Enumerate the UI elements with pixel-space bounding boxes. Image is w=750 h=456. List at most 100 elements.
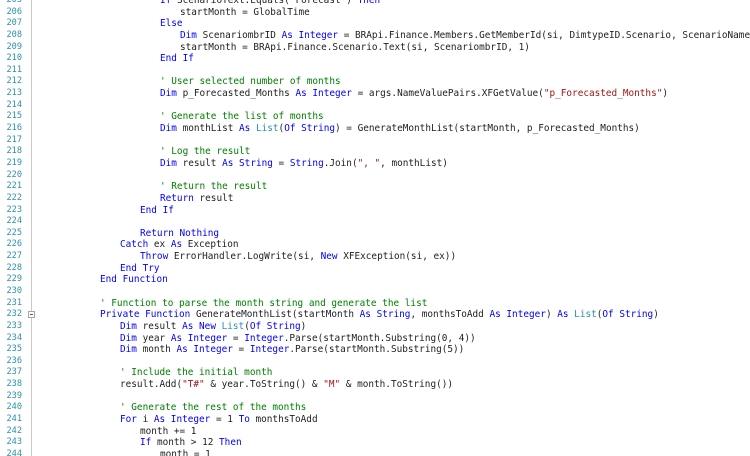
type-token: List xyxy=(255,123,279,135)
line-number: 221 xyxy=(6,181,22,192)
code-text: End If xyxy=(160,53,194,65)
line-number: 236 xyxy=(6,355,22,366)
collapse-icon[interactable] xyxy=(28,311,35,319)
code-line[interactable]: 230 xyxy=(0,286,750,298)
code-text: If ScenarioText.Equals("Forecast") Then xyxy=(160,0,380,7)
code-editor[interactable]: 205 If ScenarioText.Equals("Forecast") Th… xyxy=(0,0,750,456)
code-line[interactable]: 243 If month > 12 Then xyxy=(0,437,750,449)
line-number: 242 xyxy=(6,425,22,436)
code-token: p_Forecasted_Months xyxy=(182,88,296,100)
keyword-token: Then xyxy=(357,0,381,6)
code-token: month += 1 xyxy=(140,425,197,437)
type-token: List xyxy=(574,309,597,321)
code-token: result xyxy=(199,192,234,204)
code-line[interactable]: 207 Else xyxy=(0,18,750,30)
code-line[interactable]: 218 ' Log the result xyxy=(0,146,750,158)
code-line[interactable]: 219 Dim result As String = String.Join(",… xyxy=(0,158,750,170)
code-line[interactable]: 238 result.Add("T#" & year.ToString() & "… xyxy=(0,379,750,391)
code-line[interactable]: 242 month += 1 xyxy=(0,426,750,438)
line-number: 207 xyxy=(6,18,22,29)
code-line[interactable]: 223 End If xyxy=(0,205,750,217)
keyword-token: Of String xyxy=(284,123,336,135)
code-line[interactable]: 214 xyxy=(0,100,750,112)
code-line[interactable]: 237 ' Include the initial month xyxy=(0,367,750,379)
code-line[interactable]: 220 xyxy=(0,170,750,182)
code-line[interactable]: 234 Dim year As Integer = Integer.Parse(s… xyxy=(0,333,750,345)
code-text: ' Log the result xyxy=(160,146,250,158)
keyword-token: As Integer xyxy=(176,344,233,356)
code-line[interactable]: 217 xyxy=(0,135,750,147)
code-line[interactable]: 226 Catch ex As Exception xyxy=(0,239,750,251)
code-token: monthsToAdd xyxy=(255,414,318,426)
code-line[interactable]: 227 Throw ErrorHandler.LogWrite(si, New X… xyxy=(0,251,750,263)
line-number: 243 xyxy=(6,437,22,448)
code-text: month += 1 xyxy=(140,426,196,438)
code-text: Dim p_Forecasted_Months As Integer = arg… xyxy=(160,88,668,100)
code-line[interactable]: 210 End If xyxy=(0,53,750,65)
line-number: 217 xyxy=(6,134,22,145)
code-line[interactable]: 209 startMonth = BRApi.Finance.Scenario.T… xyxy=(0,42,750,54)
code-line[interactable]: 244 month = 1 xyxy=(0,449,750,456)
code-text: startMonth = GlobalTime xyxy=(180,7,310,19)
code-text: End If xyxy=(140,205,174,217)
code-token: result xyxy=(182,157,223,169)
code-line[interactable]: 208 Dim ScenariombrID As Integer = BRApi.… xyxy=(0,30,750,42)
comment-token: ' Include the initial month xyxy=(120,367,273,379)
line-number: 225 xyxy=(6,227,22,238)
code-token: result xyxy=(142,320,183,332)
code-line[interactable]: 206 startMonth = GlobalTime xyxy=(0,7,750,19)
code-token: , monthsToAdd xyxy=(410,309,490,321)
keyword-token: Of String xyxy=(602,309,654,321)
code-token: = xyxy=(272,157,290,169)
code-line[interactable]: 215 ' Generate the list of months xyxy=(0,111,750,123)
code-line[interactable]: 235 Dim month As Integer = Integer.Parse(… xyxy=(0,344,750,356)
code-text: Dim monthList As List(Of String) = Gener… xyxy=(160,123,640,135)
code-token: XFException(si, ex)) xyxy=(343,251,457,263)
line-number: 211 xyxy=(6,64,22,75)
keyword-token: Return Nothing xyxy=(140,227,220,239)
line-number: 228 xyxy=(6,262,22,273)
line-number: 238 xyxy=(6,379,22,390)
code-line[interactable]: 216 Dim monthList As List(Of String) = Ge… xyxy=(0,123,750,135)
keyword-token: Dim xyxy=(160,157,183,169)
keyword-token: As Integer xyxy=(295,88,352,100)
keyword-token: As New xyxy=(182,320,222,332)
line-number: 210 xyxy=(6,53,22,64)
code-line[interactable]: 229 End Function xyxy=(0,274,750,286)
code-token: month > 12 xyxy=(156,437,220,449)
code-line[interactable]: 222 Return result xyxy=(0,193,750,205)
keyword-token: Integer xyxy=(249,344,290,356)
keyword-token: Dim xyxy=(120,320,143,332)
code-line[interactable]: 221 ' Return the result xyxy=(0,181,750,193)
code-line[interactable]: 239 xyxy=(0,391,750,403)
code-line[interactable]: 231 ' Function to parse the month string … xyxy=(0,298,750,310)
code-token: ScenarioText.Equals("Forecast") xyxy=(176,0,358,6)
code-line[interactable]: 228 End Try xyxy=(0,263,750,275)
code-line[interactable]: 240 ' Generate the rest of the months xyxy=(0,402,750,414)
code-line[interactable]: 211 xyxy=(0,65,750,77)
code-token: ) xyxy=(653,309,659,321)
string-token: "T#" xyxy=(182,379,205,391)
code-line[interactable]: 205 If ScenarioText.Equals("Forecast") Th… xyxy=(0,0,750,7)
code-token: = xyxy=(232,344,250,356)
code-token: ) xyxy=(545,309,558,321)
code-line[interactable]: 212 ' User selected number of months xyxy=(0,76,750,88)
code-token: & year.ToString() & xyxy=(204,379,324,391)
line-number: 223 xyxy=(6,204,22,215)
code-line[interactable]: 213 Dim p_Forecasted_Months As Integer = … xyxy=(0,88,750,100)
code-text: month = 1 xyxy=(160,449,211,456)
keyword-token: Dim xyxy=(120,332,143,344)
code-line[interactable]: 224 xyxy=(0,216,750,228)
code-line[interactable]: 225 Return Nothing xyxy=(0,228,750,240)
code-line[interactable]: 232 Private Function GenerateMonthList(st… xyxy=(0,309,750,321)
line-number: 222 xyxy=(6,192,22,203)
keyword-token: As xyxy=(239,123,256,135)
keyword-token: End If xyxy=(140,204,174,216)
code-token: & month.ToString()) xyxy=(340,379,454,391)
string-token: ", " xyxy=(357,157,381,169)
code-token: = BRApi.Finance.Members.GetMemberId(si, … xyxy=(338,29,750,41)
code-line[interactable]: 241 For i As Integer = 1 To monthsToAdd xyxy=(0,414,750,426)
code-line[interactable]: 233 Dim result As New List(Of String) xyxy=(0,321,750,333)
comment-token: ' Log the result xyxy=(160,146,251,158)
code-line[interactable]: 236 xyxy=(0,356,750,368)
